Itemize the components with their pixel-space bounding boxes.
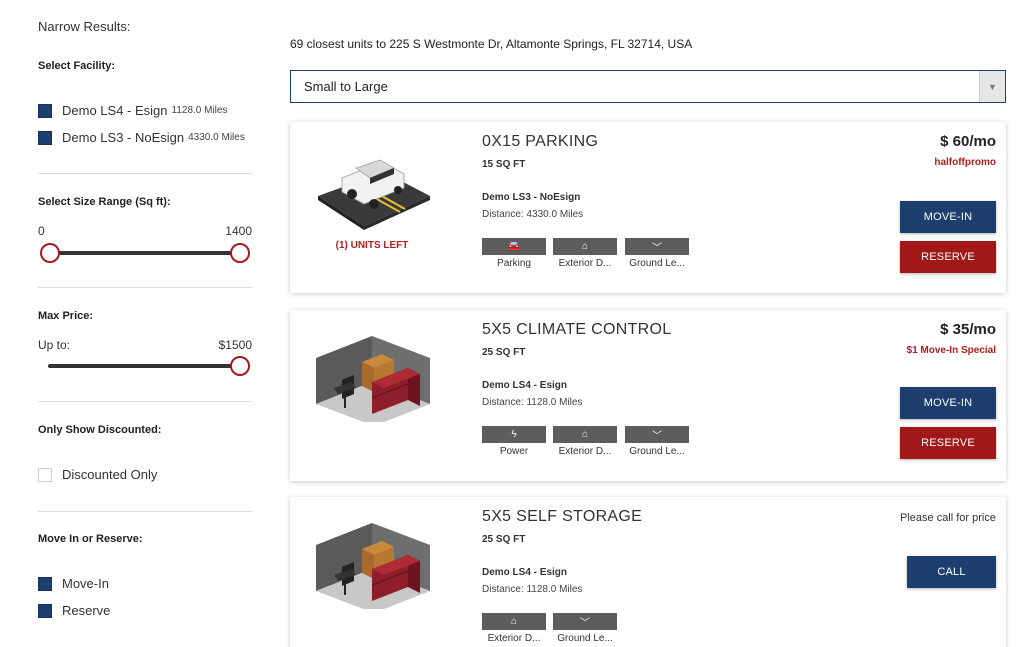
max-price-handle[interactable] [230, 356, 250, 376]
unit-price: $ 35/mo [940, 321, 996, 338]
amenity-label: Exterior D... [558, 446, 612, 457]
sort-selected-value: Small to Large [304, 79, 388, 94]
amenity-power: ϟ Power [482, 426, 546, 457]
facility-name: Demo LS3 - NoEsign [62, 130, 185, 145]
unit-sqft: 25 SQ FT [482, 347, 526, 358]
max-price-labels: Up to: $1500 [38, 338, 252, 352]
amenity-ground-level: ﹀ Ground Le... [625, 426, 689, 457]
facility-name: Demo LS4 - Esign [62, 103, 168, 118]
divider [38, 287, 252, 288]
facility-distance: 4330.0 Miles [188, 132, 245, 143]
size-range-title: Select Size Range (Sq ft): [38, 196, 171, 208]
call-for-price-text: Please call for price [900, 512, 996, 524]
unit-price: $ 60/mo [940, 133, 996, 150]
max-price-label: Up to: [38, 338, 71, 352]
size-range-labels: 0 1400 [38, 224, 252, 238]
size-max-label: 1400 [225, 224, 252, 238]
unit-promo: halfoffpromo [934, 157, 996, 168]
checkbox-checked[interactable] [38, 603, 52, 618]
parking-car-image [318, 159, 430, 230]
unit-distance: Distance: 4330.0 Miles [482, 209, 584, 220]
amenity-parking: 🚘 Parking [482, 238, 546, 269]
lightning-icon: ϟ [482, 426, 546, 443]
unit-facility: Demo LS4 - Esign [482, 567, 568, 578]
unit-card: 5X5 SELF STORAGE 25 SQ FT Demo LS4 - Esi… [290, 497, 1006, 647]
chevron-down-icon: ﹀ [625, 426, 689, 443]
facility-option-ls4[interactable]: Demo LS4 - Esign 1128.0 Miles [38, 103, 227, 118]
unit-card: (1) UNITS LEFT 0X15 PARKING 15 SQ FT Dem… [290, 122, 1006, 293]
size-max-handle[interactable] [230, 243, 250, 263]
storage-unit-image [316, 523, 430, 609]
max-price-title: Max Price: [38, 310, 94, 322]
reserve-label: Reserve [62, 603, 111, 618]
unit-facility: Demo LS3 - NoEsign [482, 192, 581, 203]
amenity-exterior: ⌂ Exterior D... [553, 426, 617, 457]
size-range-slider[interactable] [48, 251, 242, 255]
checkbox-checked[interactable] [38, 576, 52, 591]
size-min-handle[interactable] [40, 243, 60, 263]
amenity-exterior: ⌂ Exterior D... [553, 238, 617, 269]
move-in-button[interactable]: MOVE-IN [900, 387, 996, 419]
max-price-value: $1500 [218, 338, 252, 352]
unit-title: 0X15 PARKING [482, 133, 599, 150]
amenity-exterior: ⌂ Exterior D... [482, 613, 546, 644]
facility-distance: 1128.0 Miles [171, 105, 228, 116]
facility-filter-title: Select Facility: [38, 60, 116, 72]
parking-icon: 🚘 [482, 238, 546, 255]
unit-sqft: 15 SQ FT [482, 159, 526, 170]
amenity-label: Power [499, 446, 529, 457]
divider [38, 511, 252, 512]
amenity-ground-level: ﹀ Ground Le... [553, 613, 617, 644]
move-reserve-title: Move In or Reserve: [38, 533, 143, 545]
move-in-label: Move-In [62, 576, 109, 591]
discounted-only-option[interactable]: Discounted Only [38, 467, 157, 482]
size-min-label: 0 [38, 224, 45, 238]
max-price-slider[interactable] [48, 364, 242, 368]
storage-unit-image [316, 336, 430, 422]
amenity-label: Ground Le... [557, 633, 613, 644]
discounted-only-label: Discounted Only [62, 467, 158, 482]
house-icon: ⌂ [482, 613, 546, 630]
chevron-down-icon: ﹀ [553, 613, 617, 630]
unit-facility: Demo LS4 - Esign [482, 380, 568, 391]
amenity-label: Exterior D... [487, 633, 541, 644]
narrow-results-title: Narrow Results: [38, 19, 131, 34]
divider [38, 401, 252, 402]
move-in-button[interactable]: MOVE-IN [900, 201, 996, 233]
move-in-option[interactable]: Move-In [38, 576, 109, 591]
unit-distance: Distance: 1128.0 Miles [482, 397, 583, 408]
amenity-label: Parking [497, 258, 531, 269]
reserve-option[interactable]: Reserve [38, 603, 110, 618]
reserve-button[interactable]: RESERVE [900, 241, 996, 273]
checkbox-checked[interactable] [38, 103, 52, 118]
results-header: 69 closest units to 225 S Westmonte Dr, … [290, 37, 693, 51]
facility-option-ls3[interactable]: Demo LS3 - NoEsign 4330.0 Miles [38, 130, 245, 145]
amenity-label: Exterior D... [558, 258, 612, 269]
unit-sqft: 25 SQ FT [482, 534, 526, 545]
units-left-badge: (1) UNITS LEFT [335, 240, 409, 251]
house-icon: ⌂ [553, 238, 617, 255]
amenity-label: Ground Le... [629, 446, 685, 457]
dropdown-arrow-icon[interactable]: ▼ [979, 71, 1005, 102]
amenity-ground-level: ﹀ Ground Le... [625, 238, 689, 269]
unit-distance: Distance: 1128.0 Miles [482, 584, 583, 595]
unit-title: 5X5 CLIMATE CONTROL [482, 321, 672, 338]
reserve-button[interactable]: RESERVE [900, 427, 996, 459]
unit-title: 5X5 SELF STORAGE [482, 508, 643, 525]
discounted-title: Only Show Discounted: [38, 424, 162, 436]
unit-card: 5X5 CLIMATE CONTROL 25 SQ FT Demo LS4 - … [290, 310, 1006, 481]
chevron-down-icon: ﹀ [625, 238, 689, 255]
checkbox-checked[interactable] [38, 130, 52, 145]
unit-promo: $1 Move-In Special [906, 345, 996, 356]
amenity-label: Ground Le... [629, 258, 685, 269]
call-button[interactable]: CALL [907, 556, 996, 588]
divider [38, 173, 252, 174]
sort-dropdown[interactable]: Small to Large ▼ [290, 70, 1006, 103]
checkbox-unchecked[interactable] [38, 467, 52, 482]
house-icon: ⌂ [553, 426, 617, 443]
